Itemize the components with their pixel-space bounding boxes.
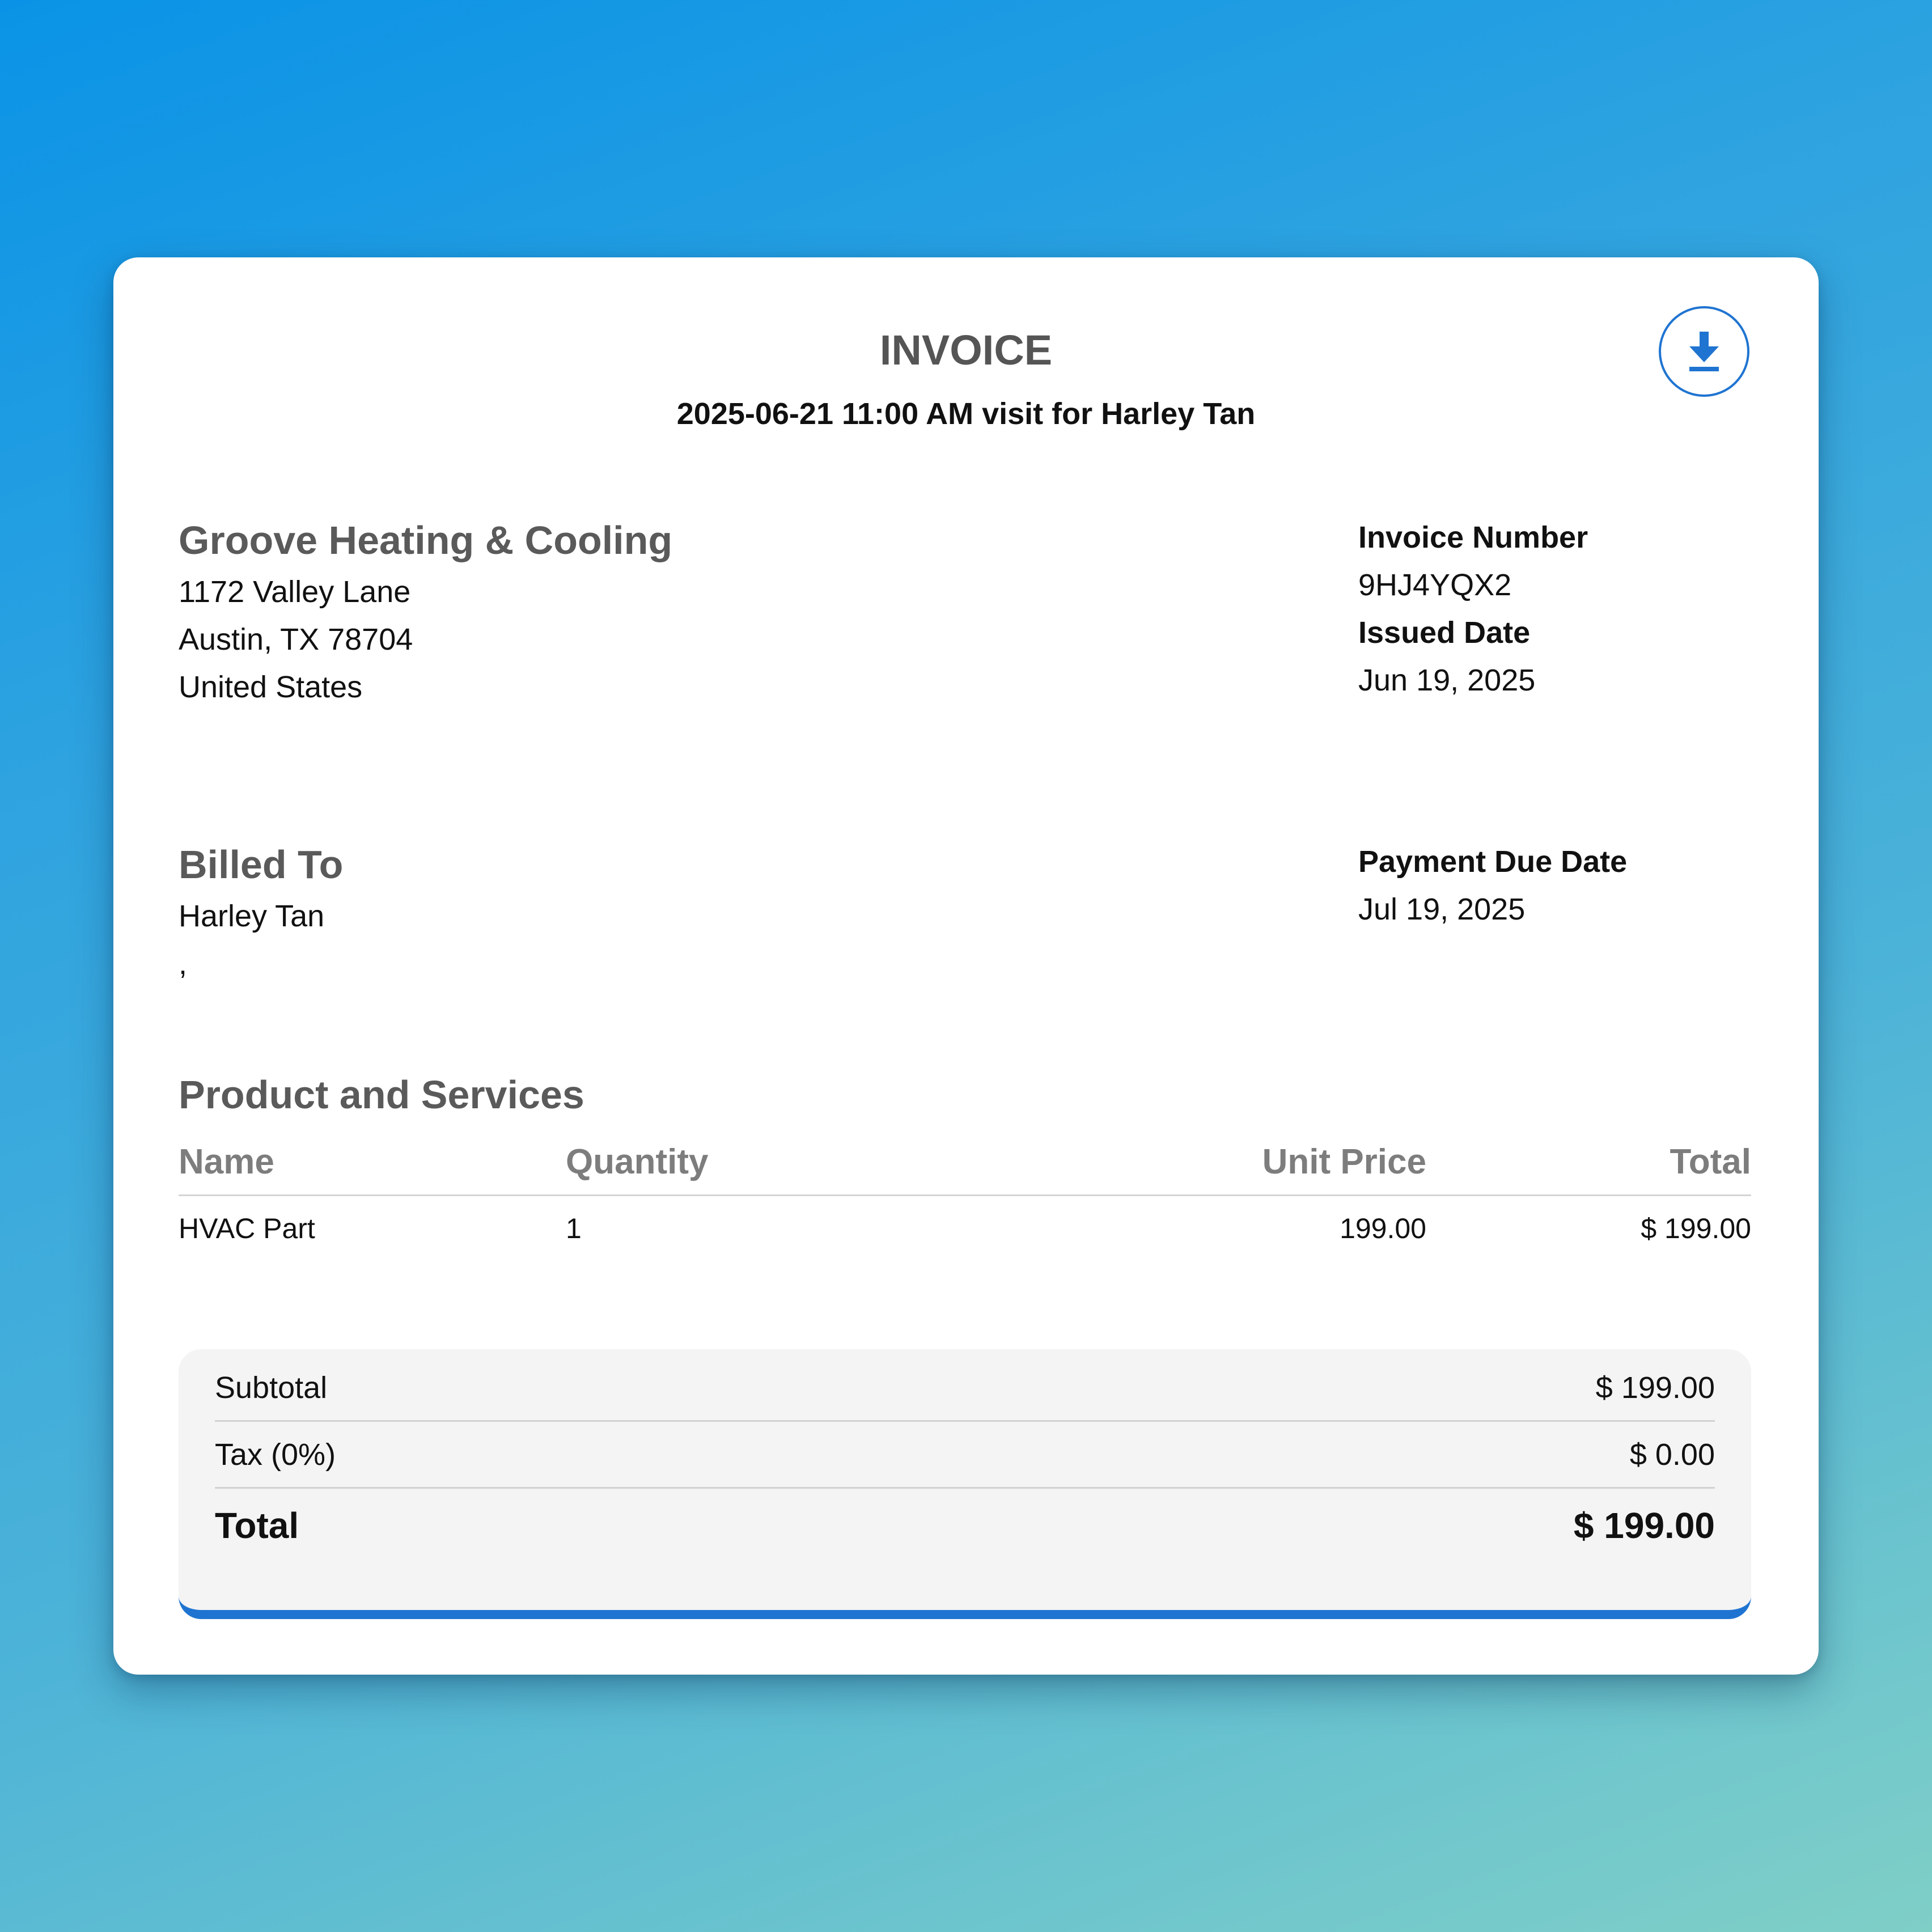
download-button[interactable] xyxy=(1659,306,1749,397)
company-block: Groove Heating & Cooling 1172 Valley Lan… xyxy=(179,520,672,711)
grand-total-row: Total $ 199.00 xyxy=(215,1489,1715,1562)
table-row: HVAC Part 1 199.00 $ 199.00 xyxy=(179,1196,1751,1243)
item-name: HVAC Part xyxy=(179,1213,315,1244)
tax-row: Tax (0%) $ 0.00 xyxy=(215,1422,1715,1489)
tax-label: Tax (0%) xyxy=(215,1437,336,1472)
issued-date-label: Issued Date xyxy=(1358,616,1531,650)
payment-due-block: Payment Due Date Jul 19, 2025 xyxy=(1358,838,1627,933)
invoice-title: INVOICE xyxy=(879,327,1053,374)
column-header-quantity: Quantity xyxy=(566,1145,963,1196)
invoice-card: INVOICE 2025-06-21 11:00 AM visit for Ha… xyxy=(113,257,1819,1675)
column-header-unit-price: Unit Price xyxy=(963,1145,1426,1196)
company-name: Groove Heating & Cooling xyxy=(179,518,673,562)
totals-panel: Subtotal $ 199.00 Tax (0%) $ 0.00 Total … xyxy=(179,1349,1751,1619)
subtotal-value: $ 199.00 xyxy=(1595,1370,1715,1405)
billed-to-name: Harley Tan xyxy=(179,899,325,933)
grand-total-label: Total xyxy=(215,1505,299,1546)
download-icon xyxy=(1689,332,1719,371)
item-unit-price: 199.00 xyxy=(1340,1213,1426,1244)
invoice-subtitle: 2025-06-21 11:00 AM visit for Harley Tan xyxy=(676,397,1256,431)
column-header-total: Total xyxy=(1426,1145,1751,1196)
issued-date: Jun 19, 2025 xyxy=(1358,663,1536,697)
tax-value: $ 0.00 xyxy=(1629,1437,1715,1472)
products-table: Name Quantity Unit Price Total HVAC Part… xyxy=(179,1145,1751,1243)
subtotal-label: Subtotal xyxy=(215,1370,328,1405)
invoice-meta: Invoice Number 9HJ4YQX2 Issued Date Jun … xyxy=(1358,514,1588,704)
invoice-number-label: Invoice Number xyxy=(1358,520,1588,554)
products-heading: Product and Services xyxy=(179,1073,584,1117)
table-header-row: Name Quantity Unit Price Total xyxy=(179,1145,1751,1196)
item-quantity: 1 xyxy=(566,1213,582,1244)
item-total: $ 199.00 xyxy=(1641,1213,1751,1244)
subtotal-row: Subtotal $ 199.00 xyxy=(215,1355,1715,1422)
billed-to-address: , xyxy=(179,947,188,981)
billed-to-heading: Billed To xyxy=(179,842,344,887)
column-header-name: Name xyxy=(179,1145,566,1196)
company-address-line2: Austin, TX 78704 xyxy=(179,622,413,656)
payment-due-label: Payment Due Date xyxy=(1358,845,1628,879)
grand-total-value: $ 199.00 xyxy=(1573,1505,1715,1546)
payment-due-date: Jul 19, 2025 xyxy=(1358,892,1526,926)
company-country: United States xyxy=(179,670,363,704)
billed-to-block: Billed To Harley Tan , xyxy=(179,845,343,988)
company-address-line1: 1172 Valley Lane xyxy=(179,575,411,609)
invoice-number: 9HJ4YQX2 xyxy=(1358,568,1512,602)
